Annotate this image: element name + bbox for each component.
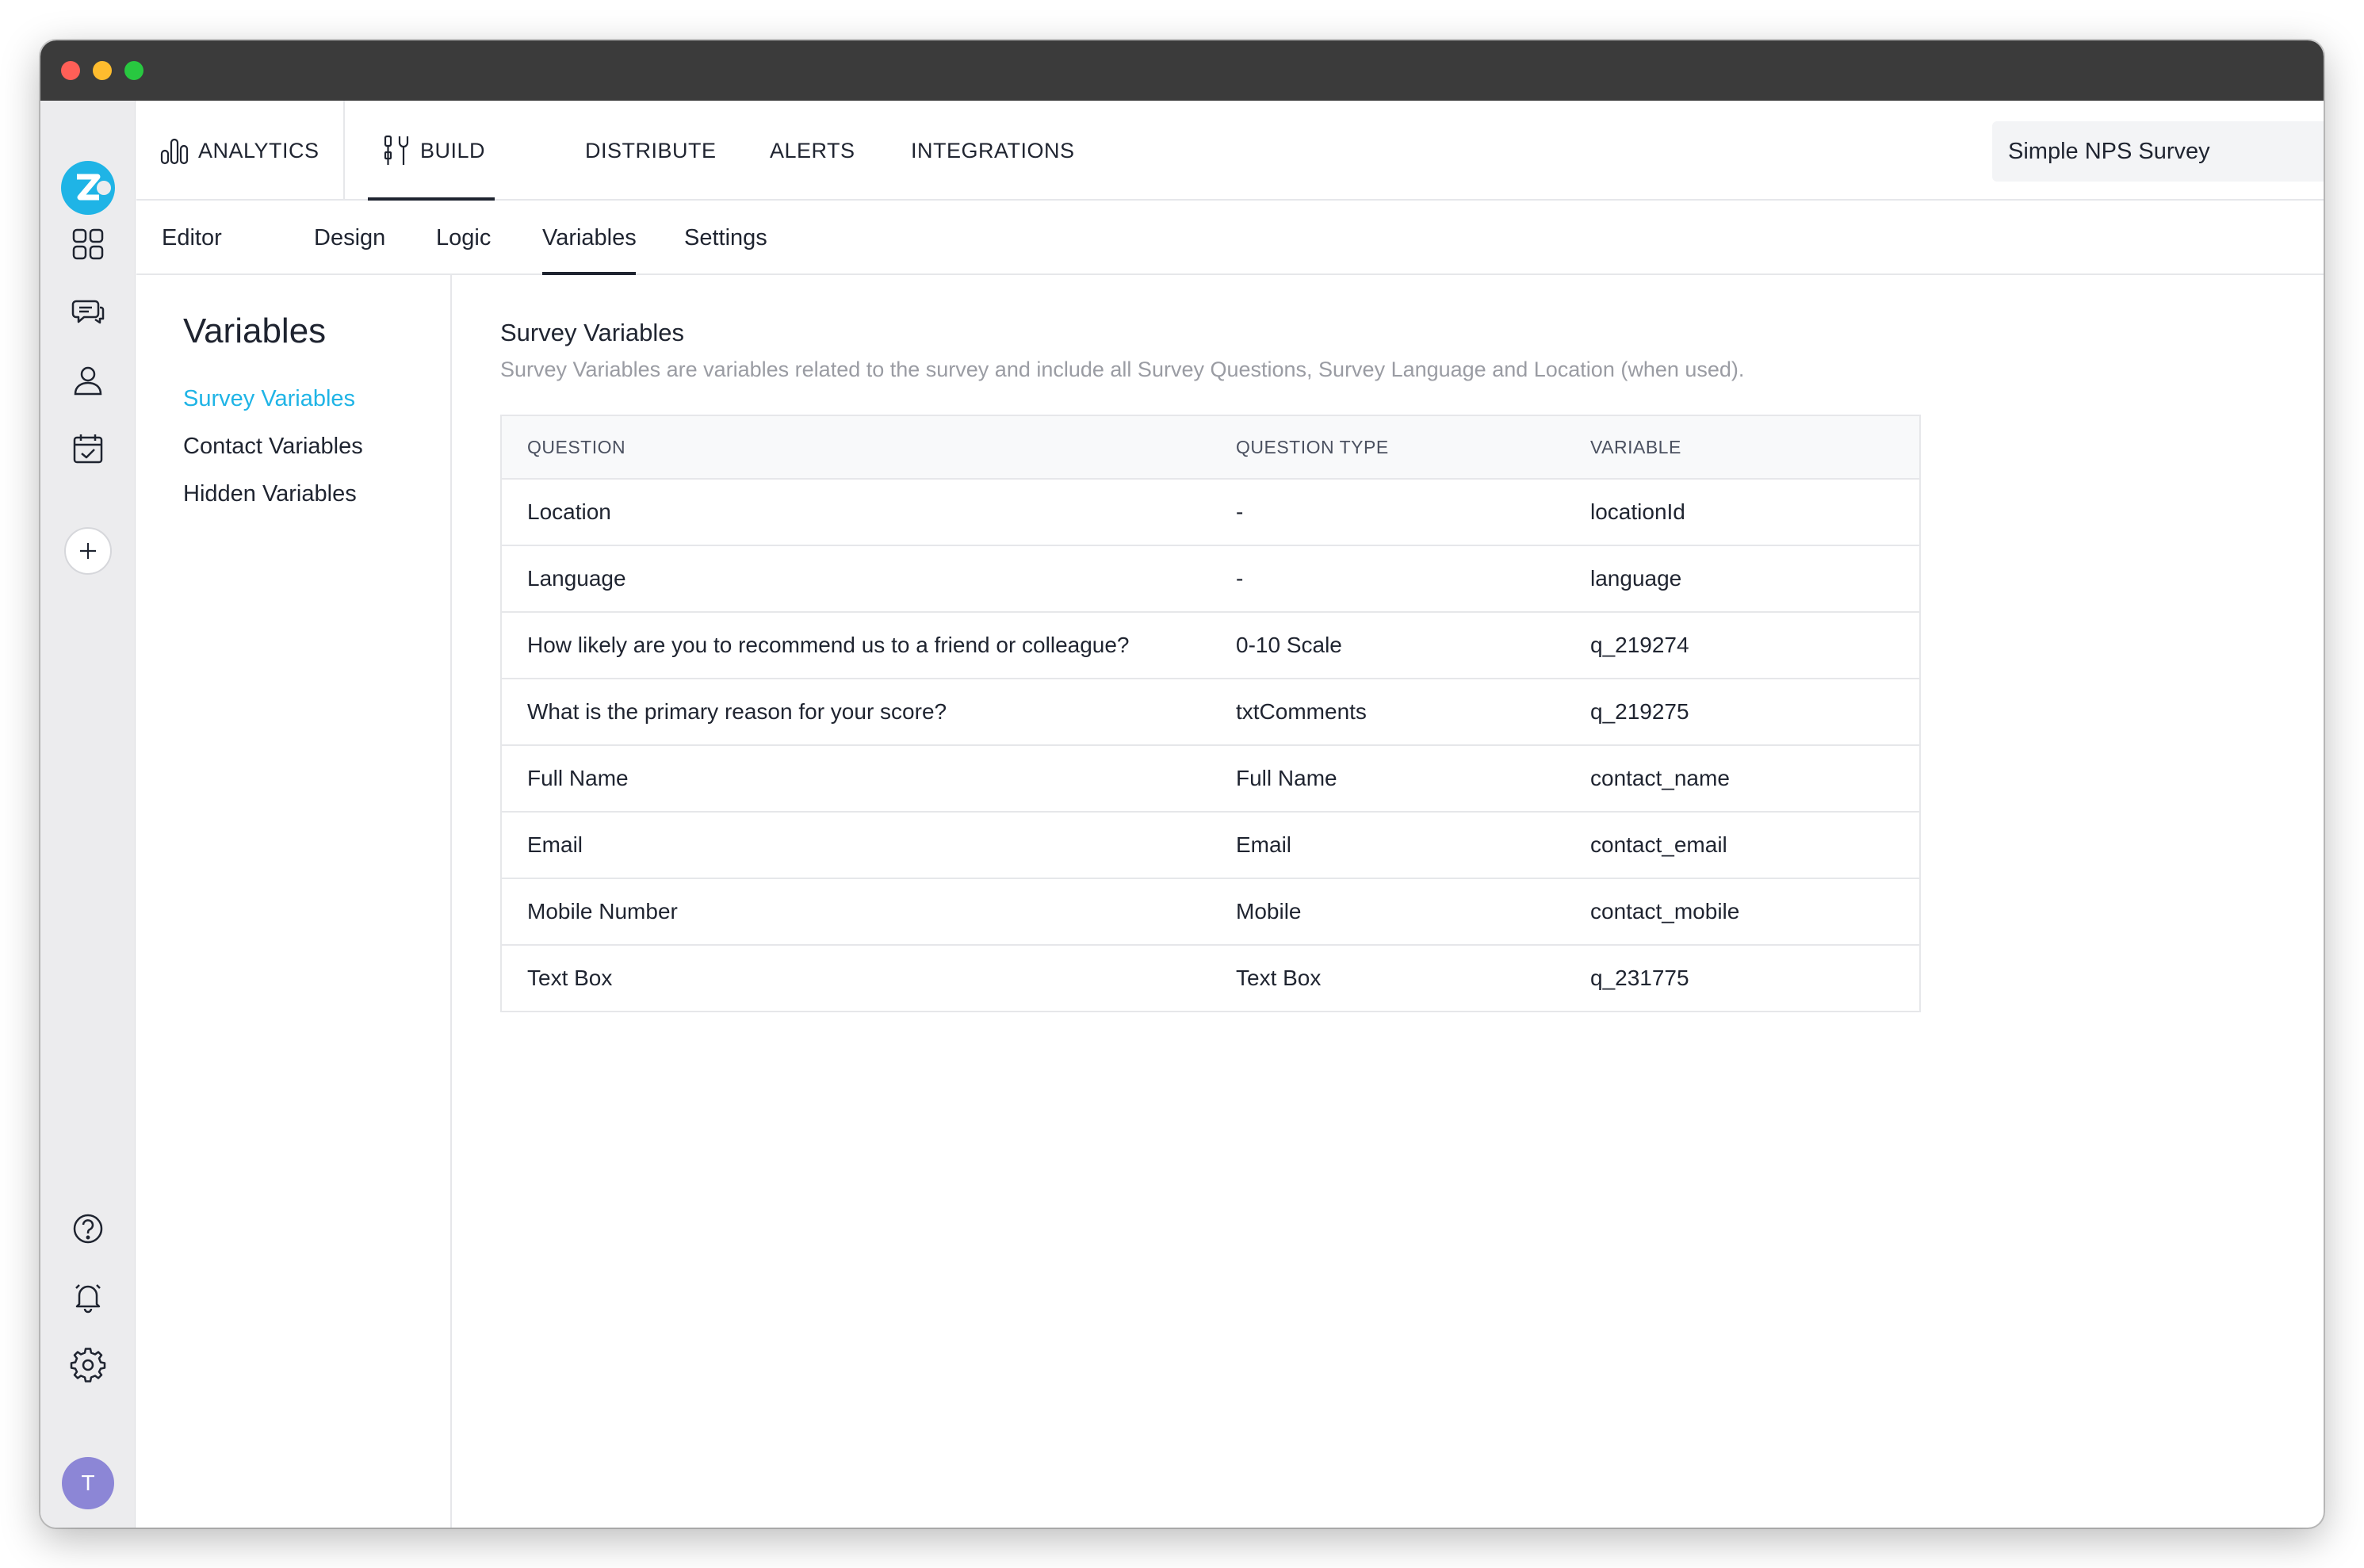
- user-avatar[interactable]: T: [62, 1457, 114, 1509]
- sidebar-title: Variables: [183, 312, 327, 350]
- table-row: Full Name Full Name contact_name: [502, 744, 1919, 811]
- nav-alerts-label: ALERTS: [770, 138, 855, 163]
- cell-variable: contact_mobile: [1590, 899, 1740, 924]
- survey-selector[interactable]: Simple NPS Survey: [1992, 121, 2324, 182]
- sidebar-item-hidden-variables[interactable]: Hidden Variables: [183, 481, 357, 507]
- calendar-check-icon[interactable]: [64, 425, 112, 472]
- help-icon[interactable]: [64, 1205, 112, 1252]
- main-content: Survey Variables Survey Variables are va…: [453, 275, 2324, 1528]
- gear-icon[interactable]: [64, 1341, 112, 1389]
- header-variable: VARIABLE: [1590, 436, 1681, 457]
- nav-build-label: BUILD: [420, 138, 486, 163]
- left-rail: T: [40, 101, 136, 1528]
- cell-question-type: Text Box: [1236, 966, 1322, 990]
- header-question: QUESTION: [527, 436, 626, 457]
- tab-design[interactable]: Design: [314, 201, 385, 275]
- tab-variables[interactable]: Variables: [542, 201, 637, 275]
- sub-nav: Editor Design Logic Variables Settings: [136, 201, 2324, 275]
- table-row: Text Box Text Box q_231775: [502, 944, 1919, 1011]
- table-row: How likely are you to recommend us to a …: [502, 611, 1919, 678]
- nav-distribute-label: DISTRIBUTE: [585, 138, 717, 163]
- cell-question: Text Box: [527, 966, 613, 990]
- cell-question-type: Full Name: [1236, 766, 1337, 790]
- plus-icon: [80, 543, 96, 559]
- window-minimize-button[interactable]: [93, 61, 112, 80]
- section-description: Survey Variables are variables related t…: [500, 358, 1745, 381]
- sidebar-item-contact-variables[interactable]: Contact Variables: [183, 434, 363, 460]
- cell-variable: language: [1590, 566, 1682, 591]
- cell-question-type: Email: [1236, 832, 1292, 857]
- cell-question-type: Mobile: [1236, 899, 1302, 924]
- cell-variable: q_219274: [1590, 633, 1689, 657]
- chat-icon[interactable]: [64, 288, 112, 335]
- zonka-logo-icon[interactable]: [59, 159, 117, 216]
- cell-question: What is the primary reason for your scor…: [527, 699, 947, 724]
- cell-question: Full Name: [527, 766, 629, 790]
- nav-analytics[interactable]: ANALYTICS: [159, 101, 319, 201]
- variables-table: QUESTION QUESTION TYPE VARIABLE Location…: [500, 415, 1921, 1012]
- bell-icon[interactable]: [64, 1273, 112, 1321]
- table-row: Email Email contact_email: [502, 811, 1919, 878]
- window-maximize-button[interactable]: [124, 61, 143, 80]
- tab-editor[interactable]: Editor: [162, 201, 222, 275]
- survey-selector-value: Simple NPS Survey: [2008, 138, 2210, 164]
- table-row: What is the primary reason for your scor…: [502, 678, 1919, 744]
- cell-variable: contact_email: [1590, 832, 1727, 857]
- cell-question: How likely are you to recommend us to a …: [527, 633, 1130, 657]
- nav-integrations[interactable]: INTEGRATIONS: [911, 101, 1075, 201]
- app-window: T ANALYTICS BUILD DISTRIBUTE ALERTS INTE…: [40, 40, 2324, 1528]
- table-row: Mobile Number Mobile contact_mobile: [502, 878, 1919, 944]
- cell-question-type: 0-10 Scale: [1236, 633, 1342, 657]
- nav-build[interactable]: BUILD: [381, 101, 485, 201]
- table-header-row: QUESTION QUESTION TYPE VARIABLE: [502, 416, 1919, 478]
- cell-question: Email: [527, 832, 583, 857]
- nav-divider: [343, 101, 345, 201]
- cell-variable: locationId: [1590, 499, 1685, 524]
- cell-question-type: txtComments: [1236, 699, 1367, 724]
- variables-sidebar: Variables Survey Variables Contact Varia…: [136, 275, 452, 1528]
- contact-person-icon[interactable]: [64, 357, 112, 404]
- cell-question: Mobile Number: [527, 899, 678, 924]
- nav-alerts[interactable]: ALERTS: [770, 101, 855, 201]
- add-button[interactable]: [64, 527, 112, 575]
- cell-question-type: -: [1236, 499, 1244, 524]
- tab-settings[interactable]: Settings: [684, 201, 767, 275]
- dashboard-grid-icon[interactable]: [64, 220, 112, 268]
- table-row: Language - language: [502, 545, 1919, 611]
- window-close-button[interactable]: [61, 61, 80, 80]
- cell-variable: q_219275: [1590, 699, 1689, 724]
- cell-variable: q_231775: [1590, 966, 1689, 990]
- table-row: Location - locationId: [502, 478, 1919, 545]
- nav-integrations-label: INTEGRATIONS: [911, 138, 1075, 163]
- cell-question-type: -: [1236, 566, 1244, 591]
- header-question-type: QUESTION TYPE: [1236, 436, 1389, 457]
- top-nav: ANALYTICS BUILD DISTRIBUTE ALERTS INTEGR…: [136, 101, 2324, 201]
- build-tools-icon: [384, 135, 409, 165]
- sidebar-item-survey-variables[interactable]: Survey Variables: [183, 386, 355, 412]
- cell-variable: contact_name: [1590, 766, 1730, 790]
- chart-icon: [160, 138, 189, 165]
- tab-logic[interactable]: Logic: [436, 201, 491, 275]
- nav-analytics-label: ANALYTICS: [198, 138, 319, 163]
- section-title: Survey Variables: [500, 319, 685, 346]
- window-titlebar: [40, 40, 2324, 101]
- nav-distribute[interactable]: DISTRIBUTE: [585, 101, 717, 201]
- cell-question: Language: [527, 566, 626, 591]
- cell-question: Location: [527, 499, 611, 524]
